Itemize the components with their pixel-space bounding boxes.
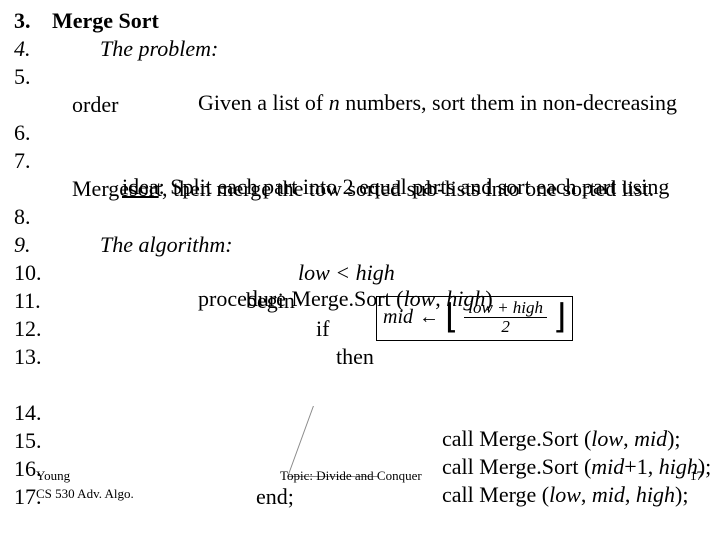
title: Merge Sort xyxy=(52,8,159,34)
list-number-9: 9. xyxy=(14,232,31,258)
idea-line-2: Mergesort, then merge the tow sorted sub… xyxy=(72,176,654,202)
footer-course: CS 530 Adv. Algo. xyxy=(36,486,134,502)
var-mid: mid xyxy=(592,482,625,507)
rfloor-icon: ⌋ xyxy=(553,301,566,335)
call-3: call Merge (low, mid, high); xyxy=(420,456,688,534)
list-number-14: 14. xyxy=(14,400,42,426)
comma: , xyxy=(625,482,636,507)
list-number-5: 5. xyxy=(14,64,31,90)
connector-line xyxy=(287,406,404,477)
kw-begin: begin xyxy=(246,288,295,314)
lfloor-icon: ⌊ xyxy=(445,301,458,335)
subheading-problem: The problem: xyxy=(100,36,218,62)
var-high: high xyxy=(636,482,675,507)
fraction-numer: low + high xyxy=(464,299,547,318)
formula-box: mid ← ⌊ low + high 2 ⌋ xyxy=(376,296,573,341)
text: ); xyxy=(675,482,688,507)
list-number-6: 6. xyxy=(14,120,31,146)
kw-if: if xyxy=(316,316,329,342)
var-low: low xyxy=(549,482,581,507)
var-n: n xyxy=(329,90,340,115)
text: numbers, sort them in non-decreasing xyxy=(340,90,677,115)
footer-topic: Topic: Divide and Conquer xyxy=(280,468,422,484)
list-number-10: 10. xyxy=(14,260,42,286)
text: Given a list of xyxy=(198,90,329,115)
subheading-algorithm: The algorithm: xyxy=(100,232,233,258)
slide: 3. Merge Sort 4. The problem: 5. Given a… xyxy=(0,0,720,540)
problem-line-2: order xyxy=(72,92,118,118)
footer-author: Young xyxy=(36,468,70,484)
kw-then: then xyxy=(336,344,374,370)
list-number-15: 15. xyxy=(14,428,42,454)
list-number-13: 13. xyxy=(14,344,42,370)
fraction: low + high 2 xyxy=(464,299,547,336)
list-number-4: 4. xyxy=(14,36,31,62)
list-number-7: 7. xyxy=(14,148,31,174)
overlap-condition: low < high xyxy=(298,260,395,286)
list-number-8: 8. xyxy=(14,204,31,230)
text: call Merge ( xyxy=(442,482,549,507)
formula-lhs: mid xyxy=(383,306,413,329)
list-number-3: 3. xyxy=(14,8,31,34)
footer-page: 17 xyxy=(690,468,703,484)
comma: , xyxy=(581,482,592,507)
fraction-denom: 2 xyxy=(497,318,514,336)
kw-end: end; xyxy=(256,484,294,510)
problem-line-1: Given a list of n numbers, sort them in … xyxy=(176,64,677,142)
arrow-icon: ← xyxy=(419,306,439,329)
list-number-12: 12. xyxy=(14,316,42,342)
list-number-11: 11. xyxy=(14,288,41,314)
